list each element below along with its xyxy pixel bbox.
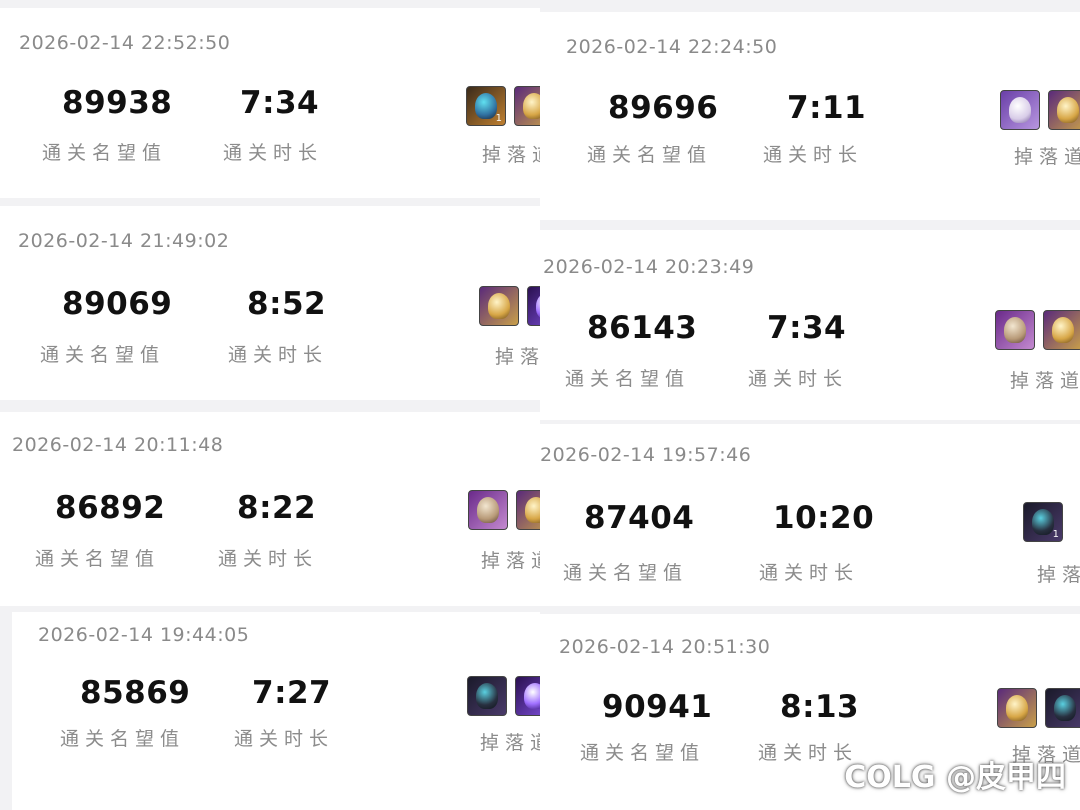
duration-value: 7:34 [240, 85, 320, 121]
record-card: 2026-02-14 22:24:50 89696 通关名望值 7:11 通关时… [540, 12, 1080, 220]
drop-label: 掉落道 [481, 550, 540, 572]
gold-armor-icon[interactable] [1048, 90, 1080, 130]
duration-value: 8:13 [780, 689, 860, 725]
duration-label: 通关时长 [223, 142, 324, 164]
score-value: 89069 [62, 286, 173, 322]
timestamp: 2026-02-14 22:52:50 [19, 32, 231, 54]
cloak-icon[interactable] [468, 490, 508, 530]
score-label: 通关名望值 [60, 728, 186, 750]
score-value: 87404 [584, 500, 695, 536]
duration-label: 通关时长 [758, 742, 859, 764]
timestamp: 2026-02-14 22:24:50 [566, 36, 778, 58]
duration-label: 通关时长 [218, 548, 319, 570]
score-label: 通关名望值 [42, 142, 168, 164]
score-label: 通关名望值 [40, 344, 166, 366]
duration-value: 7:34 [767, 310, 847, 346]
gold-armor-icon[interactable] [479, 286, 519, 326]
purple-item-icon[interactable] [527, 286, 540, 326]
gold-armor-icon[interactable] [1043, 310, 1080, 350]
drop-label: 掉落 [495, 346, 540, 368]
duration-label: 通关时长 [759, 562, 860, 584]
duration-value: 10:20 [773, 500, 875, 536]
score-value: 85869 [80, 675, 191, 711]
duration-value: 7:11 [787, 90, 867, 126]
timestamp: 2026-02-14 21:49:02 [18, 230, 230, 252]
dark-helmet-icon[interactable]: 1 [1023, 502, 1063, 542]
score-label: 通关名望值 [35, 548, 161, 570]
duration-value: 8:52 [247, 286, 327, 322]
record-card: 2026-02-14 20:11:48 86892 通关名望值 8:22 通关时… [0, 412, 540, 606]
drop-items [467, 676, 540, 716]
drop-label: 掉落 [1037, 564, 1080, 586]
timestamp: 2026-02-14 19:57:46 [540, 444, 752, 466]
drop-items [1000, 90, 1080, 130]
gold-cloak-icon[interactable] [995, 310, 1035, 350]
drop-items: 1 [1023, 502, 1063, 542]
score-value: 90941 [602, 689, 713, 725]
drop-label: 掉落道 [482, 144, 540, 166]
orb-icon[interactable] [515, 676, 540, 716]
timestamp: 2026-02-14 20:51:30 [559, 636, 771, 658]
record-card: 2026-02-14 19:44:05 85869 通关名望值 7:27 通关时… [12, 612, 540, 810]
duration-label: 通关时长 [748, 368, 849, 390]
duration-label: 通关时长 [763, 144, 864, 166]
timestamp: 2026-02-14 20:11:48 [12, 434, 224, 456]
duration-label: 通关时长 [234, 728, 335, 750]
drop-items [997, 688, 1080, 728]
duration-value: 8:22 [237, 490, 317, 526]
score-value: 89938 [62, 85, 173, 121]
score-label: 通关名望值 [565, 368, 691, 390]
gold-armor-icon[interactable] [514, 86, 540, 126]
timestamp: 2026-02-14 20:23:49 [543, 256, 755, 278]
score-value: 89696 [608, 90, 719, 126]
drop-label: 掉落道 [1014, 146, 1080, 168]
score-value: 86143 [587, 310, 698, 346]
boots-icon[interactable]: 1 [466, 86, 506, 126]
drop-items [468, 490, 540, 530]
drop-label: 掉落道 [480, 732, 540, 754]
record-card: 2026-02-14 22:52:50 89938 通关名望值 7:34 通关时… [0, 8, 540, 198]
score-label: 通关名望值 [587, 144, 713, 166]
record-card: 2026-02-14 19:57:46 87404 通关名望值 10:20 通关… [540, 424, 1080, 606]
dark-armor-icon[interactable] [467, 676, 507, 716]
score-value: 86892 [55, 490, 166, 526]
duration-value: 7:27 [252, 675, 332, 711]
white-cloth-icon[interactable] [1000, 90, 1040, 130]
score-label: 通关名望值 [563, 562, 689, 584]
duration-label: 通关时长 [228, 344, 329, 366]
drop-label: 掉落道 [1010, 370, 1080, 392]
watermark: COLG @皮甲四 [844, 760, 1066, 795]
drop-items [479, 286, 540, 326]
drop-items: 1 [466, 86, 540, 126]
record-card: 2026-02-14 20:23:49 86143 通关名望值 7:34 通关时… [540, 230, 1080, 420]
dark-helmet-icon[interactable] [1045, 688, 1080, 728]
record-card: 2026-02-14 21:49:02 89069 通关名望值 8:52 通关时… [0, 206, 540, 400]
timestamp: 2026-02-14 19:44:05 [38, 624, 250, 646]
score-label: 通关名望值 [580, 742, 706, 764]
drop-items [995, 310, 1080, 350]
gold-armor-icon[interactable] [516, 490, 540, 530]
gold-armor-icon[interactable] [997, 688, 1037, 728]
